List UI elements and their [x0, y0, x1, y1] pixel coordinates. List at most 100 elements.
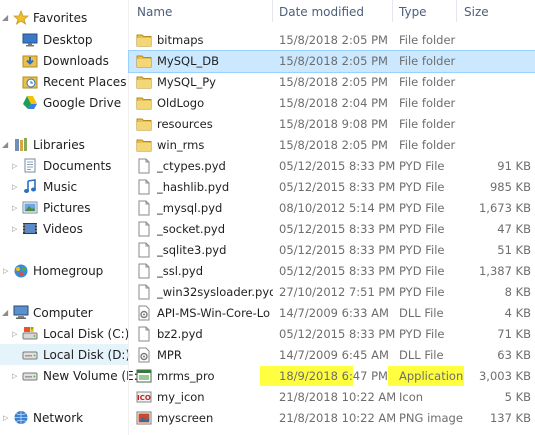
file-row[interactable]: mrms_pro 18/9/2018 6:47 PM Application 3…: [129, 366, 535, 387]
nav-item-downloads[interactable]: Downloads: [0, 50, 128, 71]
file-date: 21/8/2018 10:22 AM: [279, 390, 395, 404]
file-name: my_icon: [157, 390, 205, 404]
folder-icon: [136, 74, 152, 90]
folder-icon: [136, 53, 152, 69]
file-size: [459, 72, 531, 93]
drive-icon: [22, 326, 38, 341]
collapse-arrow-icon[interactable]: ▷: [12, 162, 17, 170]
nav-item-recent-places[interactable]: Recent Places: [0, 71, 128, 92]
file-size: [459, 114, 531, 135]
nav-item-desktop[interactable]: Desktop: [0, 29, 128, 50]
file-row[interactable]: MySQL_DB 15/8/2018 2:05 PM File folder: [128, 50, 535, 73]
column-header-size[interactable]: Size: [464, 5, 489, 19]
nav-item-local-disk-d[interactable]: Local Disk (D:): [0, 344, 130, 365]
file-name: _ssl.pyd: [157, 264, 203, 278]
file-size: [459, 93, 531, 114]
folder-icon: [136, 95, 152, 111]
collapse-arrow-icon[interactable]: ▷: [12, 330, 17, 338]
file-row[interactable]: bitmaps 15/8/2018 2:05 PM File folder: [129, 30, 535, 51]
file-row[interactable]: _hashlib.pyd 05/12/2015 8:33 PM PYD File…: [129, 177, 535, 198]
nav-homegroup[interactable]: ▷ Homegroup: [0, 260, 128, 281]
image-icon: [136, 410, 152, 426]
downloads-icon: [22, 53, 38, 68]
nav-label: Libraries: [33, 137, 85, 152]
nav-label: Music: [43, 179, 78, 194]
nav-item-google-drive[interactable]: Google Drive: [0, 92, 128, 113]
file-date: 15/8/2018 2:04 PM: [279, 96, 388, 110]
expand-arrow-icon[interactable]: ◢: [2, 13, 8, 22]
google-drive-icon: [22, 95, 38, 110]
nav-label: Favorites: [33, 10, 88, 25]
file-row[interactable]: _socket.pyd 05/12/2015 8:33 PM PYD File …: [129, 219, 535, 240]
libraries-icon: [13, 137, 29, 152]
file-date: 05/12/2015 8:33 PM: [279, 159, 395, 173]
file-icon: [136, 200, 152, 216]
column-separator[interactable]: [392, 0, 393, 22]
file-icon: [136, 284, 152, 300]
file-row[interactable]: MPR 14/7/2009 6:45 AM DLL File 63 KB: [129, 345, 535, 366]
nav-label: Homegroup: [33, 263, 104, 278]
file-name: resources: [157, 117, 213, 131]
nav-item-music[interactable]: ▷ Music: [0, 176, 128, 197]
nav-favorites[interactable]: ◢ Favorites: [0, 7, 128, 28]
file-row[interactable]: myscreen 21/8/2018 10:22 AM PNG image 13…: [129, 408, 535, 429]
dll-icon: [136, 305, 152, 321]
file-row[interactable]: OldLogo 15/8/2018 2:04 PM File folder: [129, 93, 535, 114]
file-size: 985 KB: [489, 180, 531, 194]
nav-item-local-disk-c[interactable]: ▷ Local Disk (C:): [0, 323, 129, 344]
file-row[interactable]: win_rms 15/8/2018 2:05 PM File folder: [129, 135, 535, 156]
collapse-arrow-icon[interactable]: ▷: [12, 225, 17, 233]
file-size: 4 KB: [504, 306, 531, 320]
file-icon: [136, 242, 152, 258]
file-row[interactable]: _sqlite3.pyd 05/12/2015 8:33 PM PYD File…: [129, 240, 535, 261]
svg-text:ICO: ICO: [137, 394, 151, 402]
documents-icon: [22, 158, 38, 173]
column-header-name[interactable]: Name: [137, 5, 172, 19]
file-row[interactable]: ICO my_icon 21/8/2018 10:22 AM Icon 5 KB: [129, 387, 535, 408]
nav-item-videos[interactable]: ▷ Videos: [0, 218, 128, 239]
collapse-arrow-icon[interactable]: ▷: [3, 267, 8, 275]
ico-file-icon: ICO: [136, 389, 152, 405]
expand-arrow-icon[interactable]: ◢: [2, 140, 8, 149]
videos-icon: [22, 221, 38, 236]
collapse-arrow-icon[interactable]: ▷: [3, 414, 8, 422]
folder-icon: [136, 137, 152, 153]
nav-computer[interactable]: ◢ Computer: [0, 302, 128, 323]
column-header-type[interactable]: Type: [399, 5, 427, 19]
file-row[interactable]: _ssl.pyd 05/12/2015 8:33 PM PYD File 1,3…: [129, 261, 535, 282]
file-row[interactable]: _win32sysloader.pyd 27/10/2012 7:51 PM P…: [129, 282, 535, 303]
nav-network[interactable]: ▷ Network: [0, 407, 128, 428]
file-row[interactable]: _mysql.pyd 08/10/2012 5:14 PM PYD File 1…: [129, 198, 535, 219]
application-icon: [136, 368, 152, 384]
file-date: 18/9/2018 6:47 PM: [279, 369, 388, 383]
expand-arrow-icon[interactable]: ◢: [2, 308, 8, 317]
column-separator[interactable]: [272, 0, 273, 22]
file-name: mrms_pro: [157, 369, 215, 383]
file-row[interactable]: bz2.pyd 05/12/2015 8:33 PM PYD File 71 K…: [129, 324, 535, 345]
file-size: [459, 51, 531, 72]
column-separator[interactable]: [456, 0, 457, 22]
file-size: 3,003 KB: [478, 369, 531, 383]
file-date: 05/12/2015 8:33 PM: [279, 264, 395, 278]
file-name: _ctypes.pyd: [157, 159, 226, 173]
collapse-arrow-icon[interactable]: ▷: [12, 372, 17, 380]
file-size: 51 KB: [497, 243, 531, 257]
nav-item-new-volume-e[interactable]: ▷ New Volume (E:): [0, 365, 142, 386]
nav-libraries[interactable]: ◢ Libraries: [0, 134, 128, 155]
file-row[interactable]: _ctypes.pyd 05/12/2015 8:33 PM PYD File …: [129, 156, 535, 177]
column-header-date[interactable]: Date modified: [279, 5, 364, 19]
collapse-arrow-icon[interactable]: ▷: [12, 204, 17, 212]
nav-item-documents[interactable]: ▷ Documents: [0, 155, 128, 176]
file-row[interactable]: MySQL_Py 15/8/2018 2:05 PM File folder: [129, 72, 535, 93]
file-size: 1,673 KB: [478, 201, 531, 215]
file-row[interactable]: resources 15/8/2018 9:08 PM File folder: [129, 114, 535, 135]
drive-icon: [22, 368, 38, 383]
file-size: 47 KB: [497, 222, 531, 236]
nav-label: Desktop: [43, 32, 93, 47]
file-name: _win32sysloader.pyd: [157, 285, 273, 299]
nav-item-pictures[interactable]: ▷ Pictures: [0, 197, 128, 218]
file-row[interactable]: API-MS-Win-Core-Lo 14/7/2009 6:33 AM DLL…: [129, 303, 535, 324]
collapse-arrow-icon[interactable]: ▷: [12, 183, 17, 191]
file-date: 21/8/2018 10:22 AM: [279, 411, 395, 425]
file-name: API-MS-Win-Core-Lo: [157, 306, 271, 320]
